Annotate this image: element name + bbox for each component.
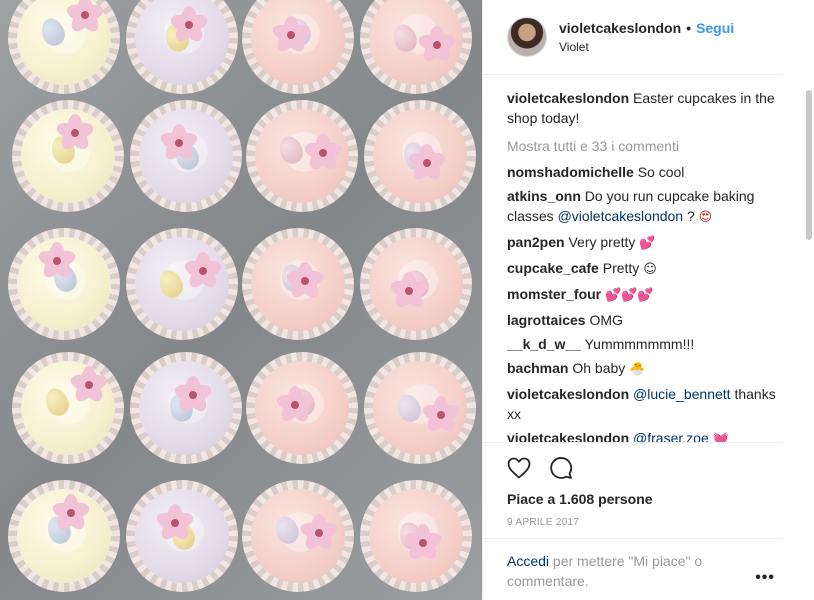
header-username[interactable]: violetcakeslondon bbox=[559, 20, 681, 36]
action-icons bbox=[505, 453, 759, 483]
cupcake bbox=[130, 100, 242, 212]
comment-username[interactable]: lagrottaices bbox=[507, 312, 586, 328]
header-dot: • bbox=[686, 20, 692, 36]
heart-outline-icon[interactable] bbox=[505, 454, 533, 482]
post-date[interactable]: 9 APRILE 2017 bbox=[505, 517, 759, 528]
cupcake bbox=[8, 480, 120, 592]
cupcake bbox=[246, 100, 358, 212]
post-photo[interactable] bbox=[0, 0, 482, 600]
cupcake bbox=[246, 352, 358, 464]
comment-item: nomshadomichelle So cool bbox=[507, 162, 783, 182]
smiley-icon: ☺ bbox=[643, 262, 657, 277]
comments-list[interactable]: violetcakeslondon Easter cupcakes in the… bbox=[507, 88, 783, 442]
comment-item: cupcake_cafe Pretty ☺ bbox=[507, 258, 783, 280]
comment-username[interactable]: atkins_onn bbox=[507, 188, 581, 204]
cupcake bbox=[8, 228, 120, 340]
comment-username[interactable]: momster_four bbox=[507, 286, 601, 302]
login-link[interactable]: Accedi bbox=[507, 553, 549, 569]
cupcake bbox=[364, 100, 476, 212]
comment-mention[interactable]: @lucie_bennett bbox=[633, 386, 731, 402]
comment-username[interactable]: pan2pen bbox=[507, 234, 565, 250]
comments-scrollbar[interactable] bbox=[805, 0, 814, 600]
comment-text: So cool bbox=[637, 164, 685, 180]
cupcake bbox=[126, 480, 238, 592]
comment-item: momster_four 💕💕💕 bbox=[507, 284, 783, 306]
cupcake bbox=[364, 352, 476, 464]
speech-bubble-icon[interactable] bbox=[547, 454, 575, 482]
header-info: violetcakeslondon • Segui Violet bbox=[559, 20, 734, 54]
comment-username[interactable]: violetcakeslondon bbox=[507, 386, 629, 402]
comment-text-tail: ? bbox=[686, 208, 695, 224]
comment-username[interactable]: cupcake_cafe bbox=[507, 260, 599, 276]
cupcake bbox=[360, 480, 472, 592]
cupcake bbox=[12, 100, 124, 212]
comment-item: bachman Oh baby 🐣 bbox=[507, 358, 783, 380]
cupcake bbox=[242, 480, 354, 592]
comment-text: Yummmmmmm!!! bbox=[584, 336, 695, 352]
caption: violetcakeslondon Easter cupcakes in the… bbox=[507, 88, 783, 128]
post-sidebar: violetcakeslondon • Segui Violet violetc… bbox=[482, 0, 814, 600]
two-hearts-icon: 💕💕💕 bbox=[605, 288, 654, 303]
login-prompt: Accedi per mettere "Mi piace" o commenta… bbox=[483, 538, 783, 591]
header-full-name: Violet bbox=[559, 40, 589, 54]
cupcake bbox=[126, 228, 238, 340]
caption-username[interactable]: violetcakeslondon bbox=[507, 90, 629, 106]
beating-heart-icon: 💓 bbox=[712, 432, 729, 442]
comment-username[interactable]: nomshadomichelle bbox=[507, 164, 634, 180]
two-hearts-icon: 💕 bbox=[639, 236, 656, 251]
scrollbar-thumb[interactable] bbox=[806, 90, 812, 240]
comment-item: __k_d_w__ Yummmmmmm!!! bbox=[507, 334, 783, 354]
comment-text: OMG bbox=[589, 312, 623, 328]
comment-username[interactable]: bachman bbox=[507, 360, 568, 376]
follow-button[interactable]: Segui bbox=[696, 20, 734, 36]
post-header: violetcakeslondon • Segui Violet bbox=[483, 0, 783, 75]
heart-eyes-icon: 😍 bbox=[698, 210, 713, 225]
comment-item: violetcakeslondon @lucie_bennett thanks … bbox=[507, 384, 783, 424]
likes-count[interactable]: Piace a 1.608 persone bbox=[505, 491, 759, 507]
comment-mention[interactable]: @fraser.zoe bbox=[633, 430, 709, 442]
hatching-chick-icon: 🐣 bbox=[629, 362, 646, 377]
post-actions: Piace a 1.608 persone 9 APRILE 2017 bbox=[483, 442, 783, 528]
comment-text: Pretty bbox=[602, 260, 640, 276]
cupcake bbox=[242, 228, 354, 340]
post-dialog: violetcakeslondon • Segui Violet violetc… bbox=[0, 0, 814, 600]
comment-username[interactable]: __k_d_w__ bbox=[507, 336, 581, 352]
login-prompt-text: Accedi per mettere "Mi piace" o commenta… bbox=[507, 551, 737, 591]
comment-text: Oh baby bbox=[572, 360, 626, 376]
comment-item: violetcakeslondon @fraser.zoe 💓 bbox=[507, 428, 783, 442]
cupcake bbox=[130, 352, 242, 464]
comment-username[interactable]: violetcakeslondon bbox=[507, 430, 629, 442]
cupcake bbox=[360, 228, 472, 340]
avatar[interactable] bbox=[507, 17, 547, 57]
comment-mention[interactable]: @violetcakeslondon bbox=[558, 208, 684, 224]
comment-item: atkins_onn Do you run cupcake baking cla… bbox=[507, 186, 783, 228]
comment-item: lagrottaices OMG bbox=[507, 310, 783, 330]
comment-text: Very pretty bbox=[568, 234, 636, 250]
ellipsis-icon[interactable]: ••• bbox=[755, 569, 775, 587]
comment-item: pan2pen Very pretty 💕 bbox=[507, 232, 783, 254]
view-all-comments-link[interactable]: Mostra tutti e 33 i commenti bbox=[507, 136, 783, 156]
cupcake bbox=[12, 352, 124, 464]
